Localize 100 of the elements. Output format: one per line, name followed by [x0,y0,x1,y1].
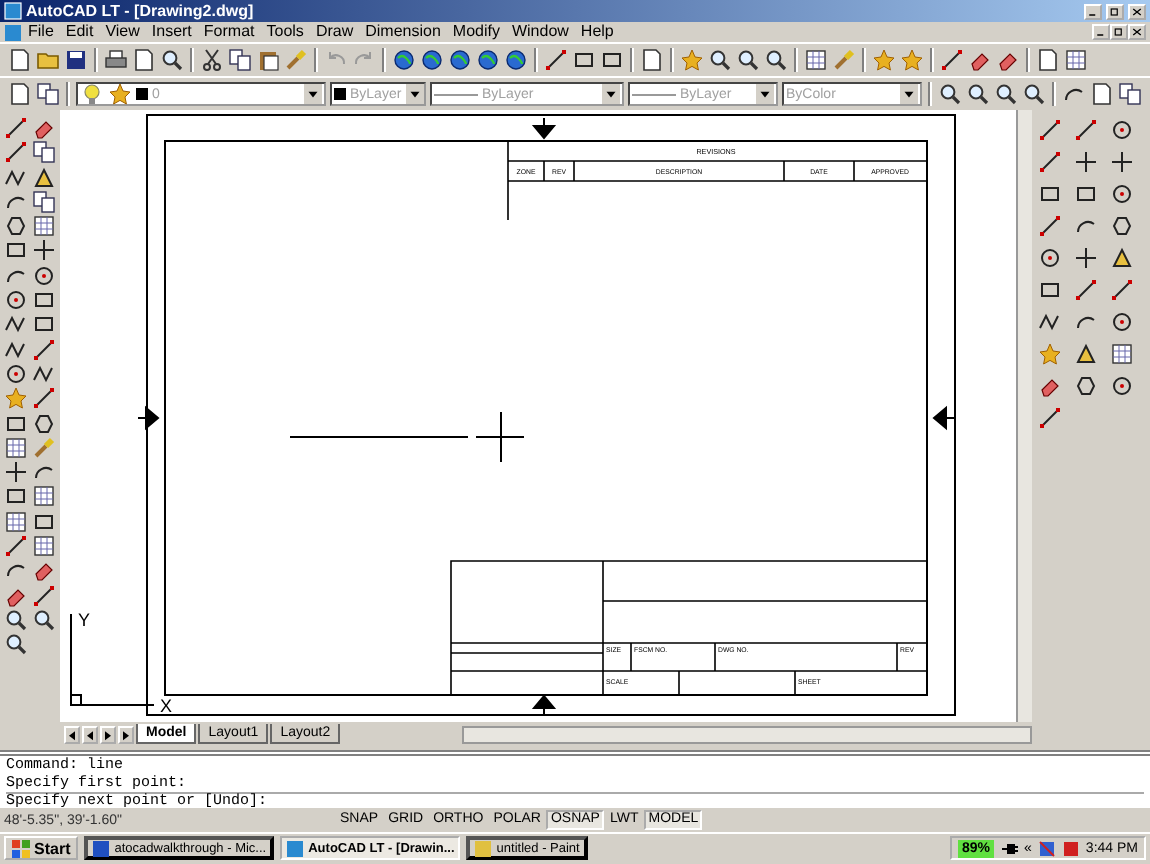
clipboard-icon[interactable] [256,48,280,72]
page-icon[interactable] [8,48,32,72]
tab-scroll-button[interactable] [64,725,81,743]
magnifier-icon[interactable] [32,607,56,632]
eraser-icon[interactable] [996,48,1020,72]
menu-item[interactable]: Tools [260,22,310,42]
rectangle-icon[interactable] [572,48,596,72]
menu-item[interactable]: Window [505,22,575,42]
rectangle-icon[interactable] [600,48,624,72]
star-icon[interactable] [4,386,28,411]
magnifier-icon[interactable] [994,82,1018,106]
star-icon[interactable] [1038,342,1063,366]
eraser-icon[interactable] [968,48,992,72]
grid-icon[interactable] [32,214,56,239]
rectangle-icon[interactable] [32,288,56,313]
circle-icon[interactable] [4,361,28,386]
circle-icon[interactable] [1110,182,1135,206]
star-icon[interactable] [900,48,924,72]
globe-icon[interactable] [504,48,528,72]
rectangle-icon[interactable] [1074,182,1099,206]
tab-scroll-button[interactable] [82,725,99,743]
printer-icon[interactable] [104,48,128,72]
menu-item[interactable]: View [99,22,146,42]
line-icon[interactable] [1074,118,1099,142]
menu-item[interactable]: Dimension [359,22,447,42]
menu-item[interactable]: Format [197,22,261,42]
scissors-icon[interactable] [200,48,224,72]
rectangle-icon[interactable] [32,509,56,534]
triangle-icon[interactable] [32,165,56,190]
page-icon[interactable] [1090,82,1114,106]
eraser-icon[interactable] [32,558,56,583]
page-icon[interactable] [8,82,32,106]
page-icon[interactable] [132,48,156,72]
crosshair-icon[interactable] [4,460,28,485]
tray-icon[interactable] [1061,839,1080,857]
menu-item[interactable]: Edit [59,22,100,42]
page-icon[interactable] [1036,48,1060,72]
hexagon-icon[interactable] [32,411,56,436]
rectangle-icon[interactable] [4,411,28,436]
copy-icon[interactable] [32,189,56,214]
circle-icon[interactable] [32,263,56,288]
rectangle-icon[interactable] [4,484,28,509]
grid-icon[interactable] [32,484,56,509]
globe-icon[interactable] [392,48,416,72]
caret-icon[interactable] [405,84,424,104]
start-button[interactable]: Start [4,836,79,860]
magnifier-icon[interactable] [764,48,788,72]
magnifier-icon[interactable] [1022,82,1046,106]
grid-icon[interactable] [4,435,28,460]
globe-icon[interactable] [420,48,444,72]
caret-icon[interactable] [756,84,774,104]
grid-icon[interactable] [32,534,56,559]
line-icon[interactable] [1038,214,1063,238]
zigzag-icon[interactable] [4,165,28,190]
restore-button[interactable] [1106,3,1124,19]
line-icon[interactable] [32,386,56,411]
eraser-icon[interactable] [32,116,56,140]
caret-icon[interactable] [602,84,620,104]
copy-icon[interactable] [1118,82,1142,106]
grid-icon[interactable] [4,509,28,534]
menu-item[interactable]: Help [574,22,620,42]
line-icon[interactable] [544,48,568,72]
crosshair-icon[interactable] [1074,246,1099,270]
copy-icon[interactable] [32,140,56,165]
circle-icon[interactable] [1110,118,1135,142]
star-icon[interactable] [108,82,132,106]
tab-scroll-button[interactable] [100,725,117,743]
close-button[interactable] [1128,24,1146,40]
close-button[interactable] [1128,3,1146,19]
magnifier-icon[interactable] [4,607,28,632]
rectangle-icon[interactable] [1038,278,1063,302]
restore-button[interactable] [1110,24,1128,40]
rectangle-icon[interactable] [1038,182,1063,206]
grid-icon[interactable] [1110,342,1135,366]
crosshair-icon[interactable] [1110,150,1135,174]
line-icon[interactable] [32,337,56,362]
circle-icon[interactable] [1038,246,1063,270]
caret-icon[interactable] [900,84,918,104]
rectangle-icon[interactable] [4,238,28,263]
star-icon[interactable] [872,48,896,72]
minimize-button[interactable] [1092,24,1110,40]
menu-item[interactable]: Modify [446,22,506,42]
minimize-button[interactable] [1084,3,1102,19]
circle-icon[interactable] [1110,310,1135,334]
line-icon[interactable] [1038,150,1063,174]
line-icon[interactable] [32,583,56,608]
crosshair-icon[interactable] [32,238,56,263]
circle-icon[interactable] [4,288,28,313]
menu-item[interactable]: Insert [145,22,198,42]
line-icon[interactable] [940,48,964,72]
copy-icon[interactable] [36,82,60,106]
eraser-icon[interactable] [1038,374,1063,398]
line-icon[interactable] [1110,278,1135,302]
grid-icon[interactable] [804,48,828,72]
circle-icon[interactable] [1110,374,1135,398]
horizontal-scrollbar[interactable] [462,725,1033,743]
vertical-scrollbar[interactable] [1016,110,1033,722]
line-icon[interactable] [4,116,28,140]
line-icon[interactable] [1038,406,1063,430]
tab-scroll-button[interactable] [118,725,135,743]
